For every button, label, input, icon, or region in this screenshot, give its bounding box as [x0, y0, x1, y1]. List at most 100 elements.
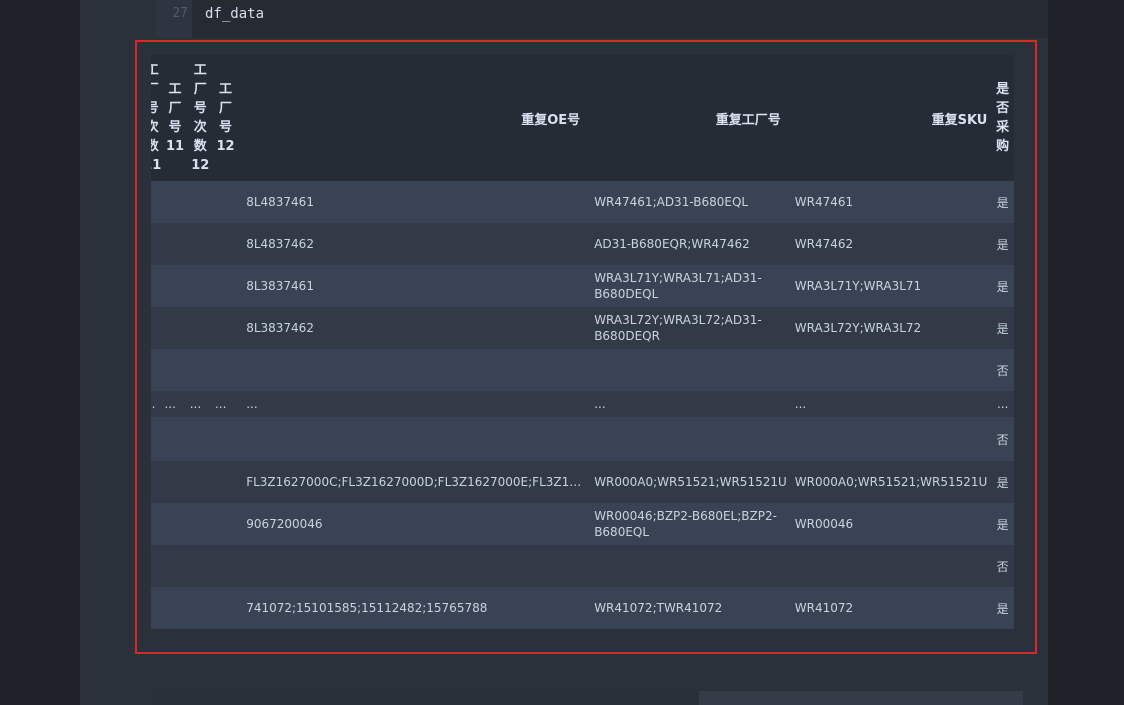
table-row: 否	[151, 417, 1014, 461]
table-cell: WR000A0;WR51521;WR51521U	[590, 461, 791, 503]
table-cell: ...	[238, 391, 591, 417]
table-cell	[212, 545, 239, 587]
table-row: 8L3837462 WRA3L72Y;WRA3L72;AD31-B680DEQR W…	[151, 307, 1014, 349]
table-cell	[187, 417, 213, 461]
table-row: 8L3837461 WRA3L71Y;WRA3L71;AD31-B680DEQL W…	[151, 265, 1014, 307]
table-cell: 是	[991, 265, 1014, 307]
horizontal-scrollbar[interactable]	[151, 691, 1023, 705]
table-cell: 8L3837462	[238, 307, 591, 349]
column-header-char: 工	[168, 82, 182, 97]
column-header[interactable]: 工厂号 12	[212, 55, 239, 181]
table-header-row: 工厂号次数11 工厂号11 工厂号次数12 工厂号12 重复OE号 重复工厂号 …	[151, 55, 1014, 181]
column-header-char: 厂	[168, 101, 182, 116]
column-header-char: 次	[151, 120, 159, 135]
table-cell	[151, 461, 163, 503]
table-cell: WR47461	[790, 181, 992, 223]
table-cell	[162, 587, 188, 629]
table-cell: 是	[991, 223, 1014, 265]
column-header-char: 是	[996, 82, 1010, 97]
table-cell	[151, 349, 163, 391]
column-header-char: 厂	[219, 101, 233, 116]
column-header-char: 号	[168, 120, 182, 135]
table-cell	[187, 503, 213, 545]
table-cell	[162, 503, 188, 545]
table-cell: 是	[991, 503, 1014, 545]
dataframe-output: 工厂号次数11 工厂号11 工厂号次数12 工厂号12 重复OE号 重复工厂号 …	[151, 55, 1023, 632]
code-cell[interactable]: 27 df_data	[156, 0, 1048, 38]
table-cell	[162, 307, 188, 349]
table-row: FL3Z1627000C;FL3Z1627000D;FL3Z1627000E;F…	[151, 461, 1014, 503]
code-line[interactable]: df_data	[205, 6, 264, 22]
table-cell	[151, 503, 163, 545]
table-cell: 是	[991, 307, 1014, 349]
table-cell: 否	[991, 349, 1014, 391]
column-header[interactable]: 是否采购	[991, 55, 1014, 181]
column-header[interactable]: 工厂号 11	[162, 55, 188, 181]
table-cell: AD31-B680EQR;WR47462	[590, 223, 791, 265]
table-row: 9067200046 WR00046;BZP2-B680EL;BZP2-B680E…	[151, 503, 1014, 545]
column-header-char: 11	[151, 158, 162, 173]
table-cell: ...	[162, 391, 188, 417]
table-cell	[162, 349, 188, 391]
table-cell	[187, 545, 213, 587]
column-header-char: 工	[151, 63, 159, 78]
table-cell	[790, 349, 992, 391]
table-cell: 8L3837461	[238, 265, 591, 307]
table-cell: ...	[590, 391, 791, 417]
table-cell: WR47461;AD31-B680EQL	[590, 181, 791, 223]
table-cell	[590, 417, 791, 461]
dataframe-table: 工厂号次数11 工厂号11 工厂号次数12 工厂号12 重复OE号 重复工厂号 …	[151, 55, 1014, 629]
table-cell: 否	[991, 417, 1014, 461]
column-header-char: 号	[193, 101, 207, 116]
column-header-char: 厂	[151, 82, 159, 97]
table-cell: ...	[991, 391, 1014, 417]
table-cell	[187, 587, 213, 629]
table-cell	[212, 503, 239, 545]
column-header-char: 数	[193, 139, 207, 154]
table-cell: 8L4837462	[238, 223, 591, 265]
column-header[interactable]: 重复工厂号	[590, 55, 791, 181]
column-header-char: 号	[151, 101, 159, 116]
table-cell: ...	[212, 391, 239, 417]
column-header[interactable]: 工厂号次数 12	[187, 55, 213, 181]
table-cell: WR47462	[790, 223, 992, 265]
column-header-label: 重复工厂号	[715, 112, 781, 128]
table-cell: WR00046	[790, 503, 992, 545]
table-cell	[187, 461, 213, 503]
table-cell	[212, 349, 239, 391]
table-cell	[162, 181, 188, 223]
table-cell	[151, 417, 163, 461]
table-cell: 否	[991, 545, 1014, 587]
column-header[interactable]: 重复SKU	[790, 55, 992, 181]
column-header-char: 次	[193, 120, 207, 135]
table-cell	[238, 417, 591, 461]
table-cell: WR41072	[790, 587, 992, 629]
scrollbar-thumb[interactable]	[151, 691, 699, 705]
table-cell	[187, 223, 213, 265]
table-cell: WRA3L72Y;WRA3L72	[790, 307, 992, 349]
column-header-label: 是否采购	[996, 82, 1009, 154]
column-header-char: 数	[151, 139, 159, 154]
column-header-label: 重复SKU	[931, 112, 988, 128]
table-cell	[162, 417, 188, 461]
table-cell	[590, 349, 791, 391]
column-header-char: 否	[996, 101, 1010, 116]
table-cell	[187, 265, 213, 307]
table-cell	[212, 417, 239, 461]
table-cell	[790, 417, 992, 461]
table-cell	[187, 307, 213, 349]
column-header-char: 12	[191, 158, 210, 173]
table-cell	[162, 461, 188, 503]
column-header[interactable]: 重复OE号	[238, 55, 591, 181]
table-cell	[187, 349, 213, 391]
column-header-char: 采	[996, 120, 1010, 135]
table-cell	[238, 349, 591, 391]
table-cell	[151, 587, 163, 629]
table-cell: ...	[187, 391, 213, 417]
table-body: 8L4837461 WR47461;AD31-B680EQL WR47461 是 8L4…	[151, 181, 1014, 629]
column-header[interactable]: 工厂号次数 11	[151, 55, 163, 181]
table-cell: 9067200046	[238, 503, 591, 545]
table-cell	[151, 223, 163, 265]
table-cell	[151, 181, 163, 223]
table-cell: WR00046;BZP2-B680EL;BZP2-B680EQL	[590, 503, 791, 545]
